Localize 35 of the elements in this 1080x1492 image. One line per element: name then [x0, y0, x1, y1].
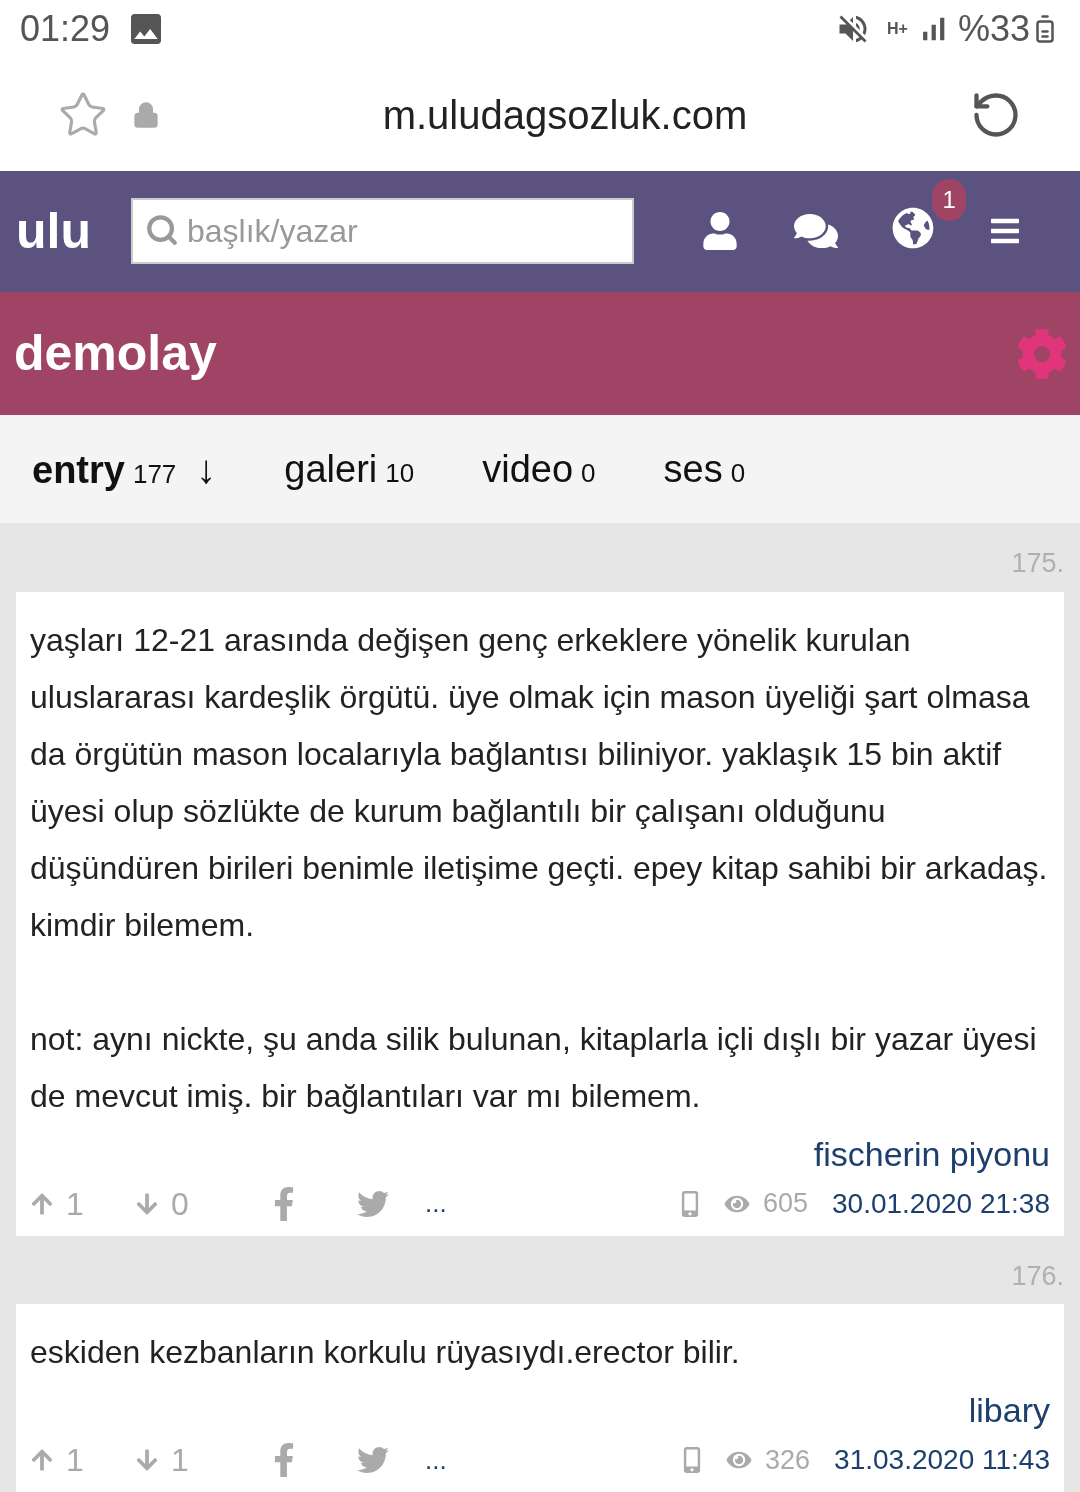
status-time: 01:29 [20, 7, 111, 52]
author-link[interactable]: libary [968, 1385, 1050, 1436]
mobile-icon [680, 1190, 699, 1217]
settings-button[interactable] [1016, 327, 1068, 380]
user-icon-button[interactable] [701, 212, 740, 251]
entry-date[interactable]: 30.01.2020 21:38 [832, 1182, 1050, 1225]
entry-text: yaşları 12-21 arasında değişen genç erkeklere yönelik kurulan uluslararası kardeşlik örgütü. üye olmak için mason üyeliği şart olmasa da örgütün mason localarıyla bağlantısı biliniyor. yaklaşık 15 bin aktif üyesi olup sözlükte de kurum bağlantılı bir çalışanı olduğunu düşündüren birileri benimle iletişime geçti. epey kitap sahibi bir arkadaş. kimdir bilemem. [30, 620, 1049, 945]
search-field[interactable]: başlık/yazar [131, 198, 634, 265]
arrow-down-icon [135, 1191, 159, 1216]
entry-text: eskiden kezbanların korkulu rüyasıydı.erector bilir. [30, 1333, 741, 1372]
twitter-icon [355, 1444, 391, 1476]
battery-level: %33 [957, 7, 1030, 52]
more-button[interactable]: ... [425, 1440, 447, 1480]
url-text[interactable]: m.uludagsozluk.com [382, 84, 748, 145]
tab[interactable]: entry 177 ↓ [32, 439, 217, 500]
notification-badge: 1 [932, 178, 967, 221]
globe-button[interactable] [892, 206, 935, 249]
mobile-icon [683, 1447, 702, 1473]
arrow-up-icon [30, 1448, 54, 1472]
view-count: 605 [762, 1187, 808, 1221]
entry-text: not: aynı nickte, şu anda silik bulunan, kitaplarla içli dışlı bir yazar üyesi de mevcut imiş. bir bağlantıları var mı bilemem. [30, 1019, 1038, 1116]
tab[interactable]: ses 0 [663, 440, 746, 498]
entry-date[interactable]: 31.03.2020 11:43 [834, 1439, 1050, 1481]
topic-title: demolay [14, 324, 217, 383]
tab[interactable]: video 0 [482, 440, 596, 498]
more-button[interactable]: ... [425, 1184, 447, 1223]
search-icon [145, 213, 179, 248]
view-count: 326 [765, 1443, 811, 1477]
eye-icon [725, 1449, 754, 1471]
arrow-down-icon [135, 1448, 159, 1472]
tab[interactable]: galeri 10 [284, 440, 415, 498]
arrow-up-icon [30, 1191, 54, 1216]
site-logo[interactable]: ulu [16, 193, 131, 269]
author-link[interactable]: fischerin piyonu [813, 1128, 1050, 1180]
network-type: H+ [887, 19, 908, 40]
